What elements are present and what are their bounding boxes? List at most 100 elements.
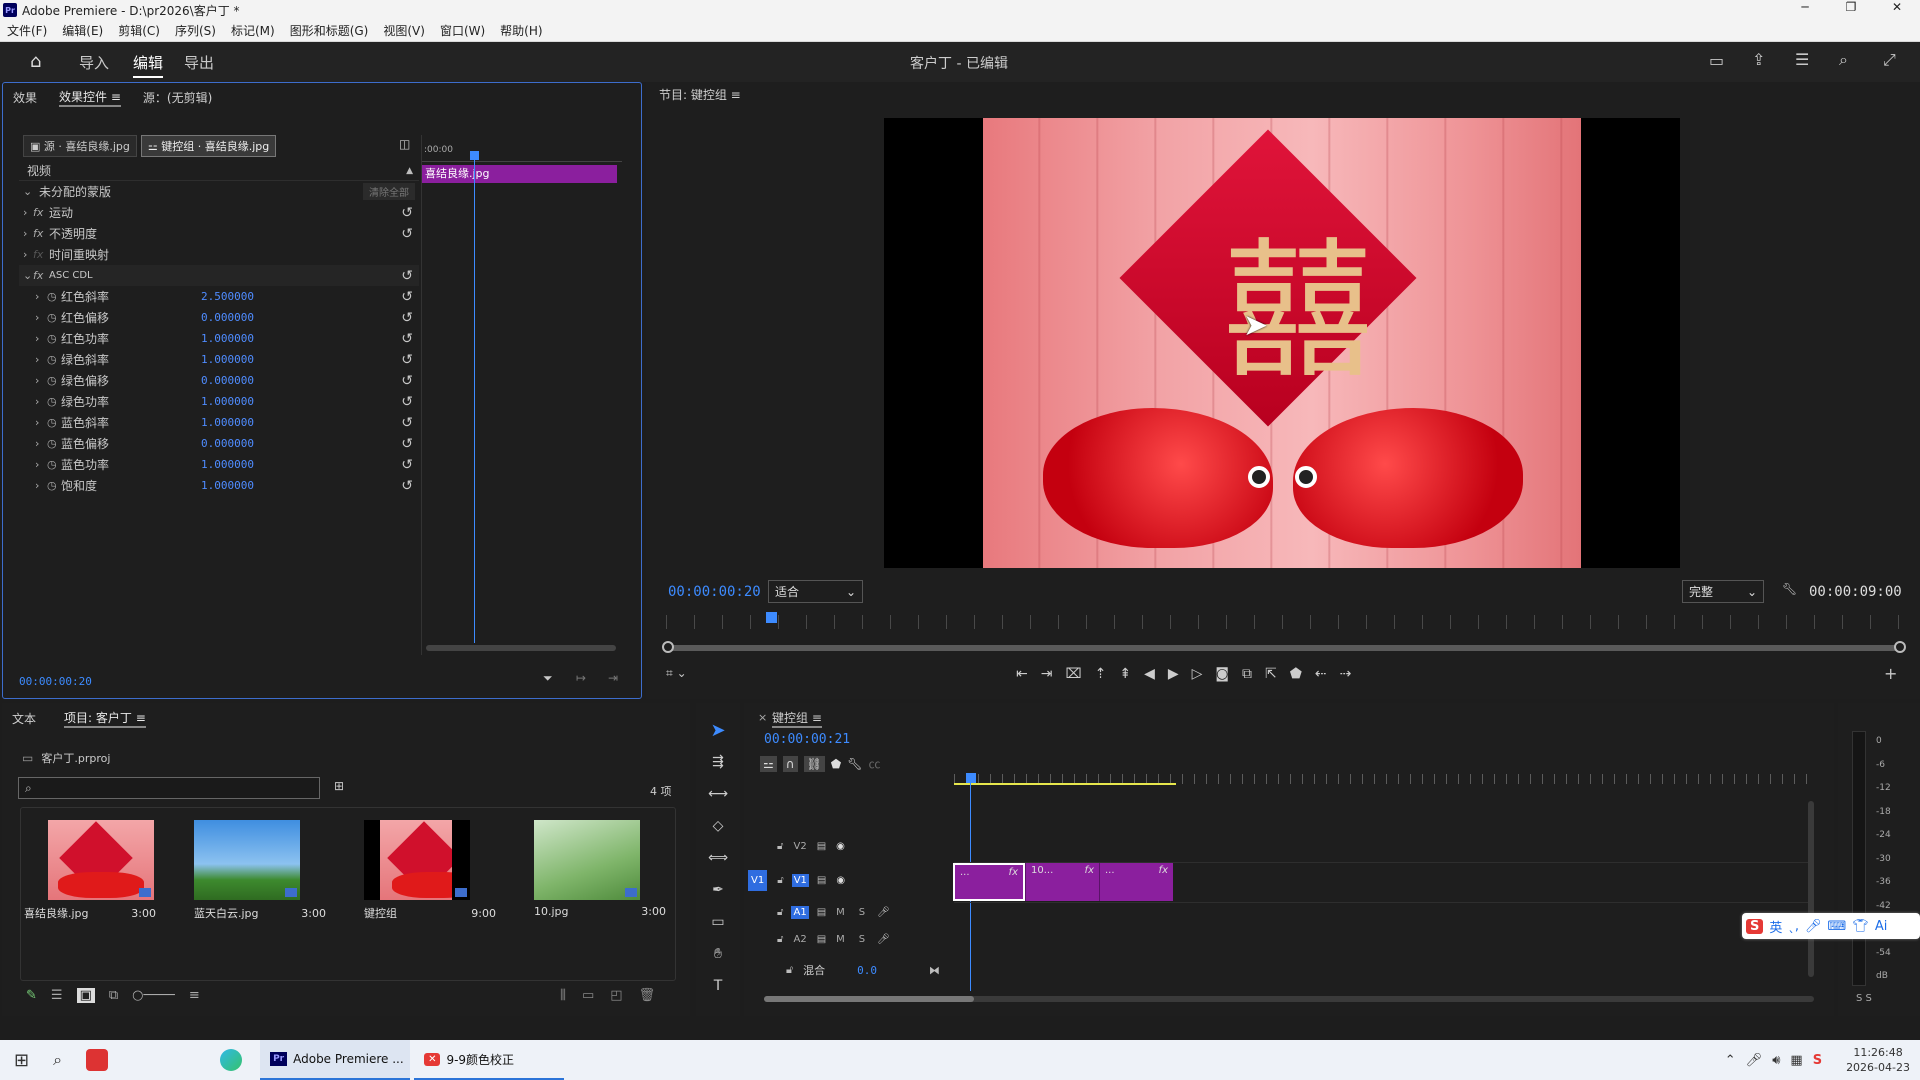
tab-effects[interactable]: 效果 xyxy=(13,89,37,106)
timeline-clip[interactable]: ... fx xyxy=(953,863,1025,901)
captions-icon[interactable]: ㏄ xyxy=(868,755,880,772)
solo-button[interactable]: S xyxy=(859,907,865,918)
timeline-title[interactable]: 键控组 ≡ xyxy=(772,709,822,728)
ime-toolbar[interactable]: S 英 ˎ, 🎤︎ ⌨ 👕︎ Ai xyxy=(1742,913,1920,939)
mic-icon[interactable]: 🎤︎ xyxy=(1805,919,1822,934)
keyboard-icon[interactable]: ⌨ xyxy=(1828,919,1847,934)
selection-tool-icon[interactable]: ➤ xyxy=(707,719,729,741)
effect-controls-timecode[interactable]: 00:00:00:20 xyxy=(19,675,92,688)
wrench-icon[interactable]: 🔧︎ xyxy=(1782,582,1797,596)
go-out-icon[interactable]: ⇢ xyxy=(1340,666,1352,682)
punctuation-icon[interactable]: ˎ, xyxy=(1788,919,1799,934)
chevron-right-icon[interactable]: › xyxy=(19,206,33,219)
restore-button[interactable]: ❐ xyxy=(1828,0,1874,20)
project-item[interactable]: 10.jpg 3:00 xyxy=(534,820,666,921)
reset-icon[interactable]: ↺ xyxy=(401,289,413,305)
razor-tool-icon[interactable]: ◇ xyxy=(707,815,729,837)
source-patch-v1[interactable]: V1 xyxy=(748,869,768,891)
menu-item[interactable]: 序列(S) xyxy=(175,22,216,39)
chevron-down-icon[interactable]: ⌄ xyxy=(19,269,33,282)
insert-sequence-icon[interactable]: ⚍ xyxy=(760,755,777,772)
render-icon[interactable]: ↦ xyxy=(576,671,586,685)
red-app-icon[interactable] xyxy=(86,1049,109,1071)
new-folder-icon[interactable]: ▭ xyxy=(582,988,594,1003)
pencil-icon[interactable]: ✎ xyxy=(26,988,37,1003)
project-search[interactable]: ⌕ xyxy=(18,777,320,799)
search-icon[interactable]: ⌕ xyxy=(1839,50,1848,70)
reset-icon[interactable]: ↺ xyxy=(401,478,413,494)
chevron-right-icon[interactable]: › xyxy=(19,332,47,345)
timeline-timecode[interactable]: 00:00:00:21 xyxy=(764,732,850,747)
stopwatch-icon[interactable]: ◷ xyxy=(47,353,61,366)
settings-grid-icon[interactable]: ⌗ ⌄ xyxy=(666,666,687,681)
mini-scrollbar[interactable] xyxy=(426,645,616,651)
timeline-settings-icon[interactable]: 🔧︎ xyxy=(847,757,862,771)
mic-icon[interactable]: 🎤︎ xyxy=(877,907,890,918)
sync-lock-icon[interactable]: ▤ xyxy=(817,875,826,886)
effect-row[interactable]: › fx 时间重映射 xyxy=(19,244,419,265)
param-value[interactable]: 2.500000 xyxy=(201,290,254,303)
menu-item[interactable]: 标记(M) xyxy=(231,22,275,39)
menu-item[interactable]: 编辑(E) xyxy=(62,22,103,39)
ai-icon[interactable]: Ai xyxy=(1875,919,1888,934)
effect-row[interactable]: › fx 不透明度 ↺ xyxy=(19,223,419,244)
program-scrollbar[interactable] xyxy=(664,645,1902,651)
lock-icon[interactable]: 🔓︎ xyxy=(777,875,783,886)
mute-button[interactable]: M xyxy=(836,934,845,945)
chevron-right-icon[interactable]: › xyxy=(19,479,47,492)
reset-icon[interactable]: ↺ xyxy=(401,394,413,410)
mic-tray-icon[interactable]: 🎤︎ xyxy=(1746,1053,1763,1068)
scroll-handle-right[interactable] xyxy=(1894,641,1906,653)
project-item[interactable]: 键控组 9:00 xyxy=(364,820,496,921)
reset-icon[interactable]: ↺ xyxy=(401,226,413,242)
lift-icon[interactable]: ⇡ xyxy=(1095,666,1107,682)
track-label[interactable]: A2 xyxy=(791,933,808,946)
extract-icon[interactable]: ⇞ xyxy=(1119,666,1131,682)
search-icon[interactable]: ⌕ xyxy=(53,1050,62,1070)
eye-icon[interactable]: ◉ xyxy=(836,841,845,852)
lock-icon[interactable]: 🔓︎ xyxy=(777,934,783,945)
timeline-clip[interactable]: ... fx xyxy=(1099,863,1173,901)
sync-lock-icon[interactable]: ▤ xyxy=(817,907,826,918)
share-icon[interactable]: ⇪ xyxy=(1752,50,1765,69)
eye-icon[interactable]: ◉ xyxy=(836,875,845,886)
param-value[interactable]: 1.000000 xyxy=(201,395,254,408)
effect-row[interactable]: › fx 运动 ↺ xyxy=(19,202,419,223)
tab-source[interactable]: 源：(无剪辑) xyxy=(143,89,212,106)
export-icon[interactable]: ⇥ xyxy=(608,671,618,685)
stopwatch-icon[interactable]: ◷ xyxy=(47,437,61,450)
sync-lock-icon[interactable]: ▤ xyxy=(817,841,826,852)
type-tool-icon[interactable]: T xyxy=(707,975,729,997)
camera-icon[interactable]: ◙ xyxy=(1215,666,1229,682)
trash-icon[interactable]: 🗑︎ xyxy=(639,988,656,1003)
reset-icon[interactable]: ↺ xyxy=(401,268,413,284)
param-value[interactable]: 1.000000 xyxy=(201,416,254,429)
param-value[interactable]: 0.000000 xyxy=(201,311,254,324)
play-icon[interactable]: ▶ xyxy=(1168,666,1179,682)
mark-in-icon[interactable]: ⇤ xyxy=(1016,666,1028,682)
add-button-icon[interactable]: + xyxy=(1884,664,1897,683)
mini-playhead-handle[interactable] xyxy=(470,151,479,160)
menu-item[interactable]: 视图(V) xyxy=(383,22,425,39)
param-value[interactable]: 1.000000 xyxy=(201,458,254,471)
chevron-right-icon[interactable]: › xyxy=(19,395,47,408)
zoom-slider[interactable]: ○──── xyxy=(132,988,175,1003)
pen-tool-icon[interactable]: ✒ xyxy=(707,879,729,901)
chevron-right-icon[interactable]: › xyxy=(19,458,47,471)
menu-item[interactable]: 窗口(W) xyxy=(440,22,485,39)
stopwatch-icon[interactable]: ◷ xyxy=(47,395,61,408)
marker-icon[interactable]: ⬟ xyxy=(1290,666,1302,682)
reset-icon[interactable]: ↺ xyxy=(401,457,413,473)
mic-icon[interactable]: 🎤︎ xyxy=(877,934,890,945)
tab-edit[interactable]: 编辑 xyxy=(133,52,164,78)
param-value[interactable]: 1.000000 xyxy=(201,479,254,492)
sort-icon[interactable]: ≡ xyxy=(189,988,200,1003)
step-forward-icon[interactable]: ▷ xyxy=(1192,666,1203,682)
track-select-tool-icon[interactable]: ⇶ xyxy=(707,751,729,773)
timeline-clip[interactable]: 10... fx xyxy=(1025,863,1099,901)
stopwatch-icon[interactable]: ◷ xyxy=(47,479,61,492)
volume-icon[interactable]: 🔊︎ xyxy=(1772,1053,1780,1068)
tab-project[interactable]: 项目: 客户丁 ≡ xyxy=(64,709,146,728)
mix-value[interactable]: 0.0 xyxy=(857,964,877,977)
timeline-h-scrollbar[interactable] xyxy=(764,996,1814,1002)
